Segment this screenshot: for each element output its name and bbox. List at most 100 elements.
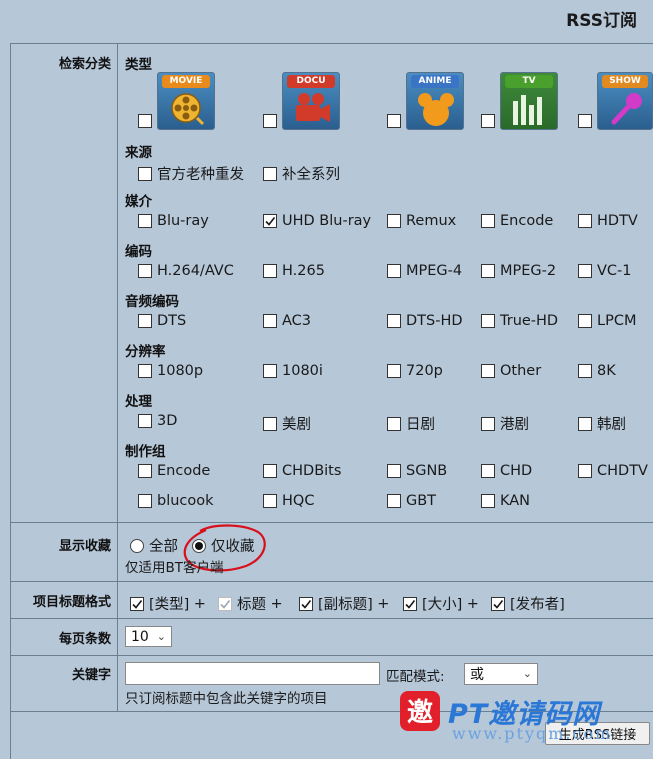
checkbox[interactable] [481, 114, 495, 128]
checkbox[interactable] [138, 166, 152, 181]
resolution-option[interactable]: 1080p [138, 363, 203, 379]
team-option[interactable]: CHDBits [263, 463, 341, 479]
team-option[interactable]: Encode [138, 463, 210, 479]
title-format-option[interactable]: [发布者] [491, 593, 565, 614]
source-option[interactable]: 官方老种重发 [138, 163, 244, 184]
radio[interactable] [130, 538, 144, 553]
checkbox[interactable] [263, 314, 277, 328]
checkbox-checked[interactable] [299, 596, 313, 611]
checkbox[interactable] [263, 416, 277, 431]
checkbox[interactable] [138, 214, 152, 228]
checkbox[interactable] [263, 264, 277, 278]
checkbox[interactable] [263, 114, 277, 128]
checkbox[interactable] [387, 464, 401, 478]
checkbox[interactable] [578, 364, 592, 378]
audio-option[interactable]: AC3 [263, 313, 311, 329]
audio-option[interactable]: DTS [138, 313, 186, 329]
medium-option[interactable]: HDTV [578, 213, 638, 229]
checkbox[interactable] [481, 364, 495, 378]
per-page-select[interactable]: 10 ⌄ [125, 626, 172, 647]
category-option-show[interactable] [578, 114, 597, 128]
checkbox-checked[interactable] [130, 596, 144, 611]
checkbox-checked[interactable] [263, 214, 277, 228]
audio-option[interactable]: True-HD [481, 313, 558, 329]
checkbox[interactable] [138, 464, 152, 478]
checkbox[interactable] [263, 494, 277, 508]
team-option[interactable]: GBT [387, 493, 436, 509]
checkbox[interactable] [263, 166, 277, 181]
checkbox-checked[interactable] [491, 596, 505, 611]
title-format-option[interactable]: [大小] + [403, 593, 479, 614]
resolution-option[interactable]: 1080i [263, 363, 323, 379]
team-option[interactable]: HQC [263, 493, 314, 509]
checkbox[interactable] [481, 314, 495, 328]
processing-option[interactable]: 美剧 [263, 413, 311, 434]
medium-option[interactable]: Remux [387, 213, 456, 229]
category-option-anime[interactable] [387, 114, 406, 128]
checkbox[interactable] [578, 416, 592, 431]
checkbox[interactable] [481, 494, 495, 508]
checkbox[interactable] [138, 494, 152, 508]
checkbox[interactable] [578, 264, 592, 278]
checkbox[interactable] [578, 314, 592, 328]
processing-option[interactable]: 韩剧 [578, 413, 626, 434]
checkbox[interactable] [387, 214, 401, 228]
checkbox[interactable] [263, 464, 277, 478]
title-format-option[interactable]: [类型] + [130, 593, 206, 614]
checkbox[interactable] [138, 314, 152, 328]
codec-option[interactable]: H.264/AVC [138, 263, 234, 279]
codec-option[interactable]: H.265 [263, 263, 325, 279]
processing-option[interactable]: 港剧 [481, 413, 529, 434]
codec-option[interactable]: MPEG-2 [481, 263, 556, 279]
tv-category-icon[interactable]: TV [500, 72, 558, 130]
checkbox[interactable] [138, 114, 152, 128]
team-option[interactable]: KAN [481, 493, 530, 509]
checkbox[interactable] [263, 364, 277, 378]
processing-option[interactable]: 日剧 [387, 413, 435, 434]
checkbox[interactable] [138, 364, 152, 378]
checkbox[interactable] [481, 464, 495, 478]
checkbox[interactable] [481, 214, 495, 228]
checkbox[interactable] [578, 464, 592, 478]
checkbox-checked[interactable] [403, 596, 417, 611]
medium-option[interactable]: Blu-ray [138, 213, 209, 229]
checkbox[interactable] [578, 114, 592, 128]
team-option[interactable]: CHDTV [578, 463, 648, 479]
anime-category-icon[interactable]: ANIME [406, 72, 464, 130]
checkbox[interactable] [387, 114, 401, 128]
codec-option[interactable]: MPEG-4 [387, 263, 462, 279]
category-option-tv[interactable] [481, 114, 500, 128]
team-option[interactable]: SGNB [387, 463, 447, 479]
resolution-option[interactable]: 8K [578, 363, 616, 379]
movie-category-icon[interactable]: MOVIE [157, 72, 215, 130]
checkbox[interactable] [387, 494, 401, 508]
checkbox[interactable] [578, 214, 592, 228]
resolution-option[interactable]: Other [481, 363, 541, 379]
match-mode-select[interactable]: 或 ⌄ [464, 663, 538, 685]
processing-option[interactable]: 3D [138, 413, 177, 429]
medium-option[interactable]: Encode [481, 213, 553, 229]
checkbox[interactable] [481, 416, 495, 431]
checkbox[interactable] [481, 264, 495, 278]
title-format-option[interactable]: [副标题] + [299, 593, 389, 614]
show-category-icon[interactable]: SHOW [597, 72, 653, 130]
checkbox[interactable] [387, 416, 401, 431]
keyword-input[interactable] [125, 662, 380, 685]
checkbox[interactable] [387, 364, 401, 378]
source-option[interactable]: 补全系列 [263, 163, 340, 184]
resolution-option[interactable]: 720p [387, 363, 443, 379]
team-option[interactable]: CHD [481, 463, 532, 479]
docu-category-icon[interactable]: DOCU [282, 72, 340, 130]
checkbox[interactable] [387, 314, 401, 328]
favorites-all-radio[interactable]: 全部 [130, 535, 178, 556]
audio-option[interactable]: LPCM [578, 313, 636, 329]
checkbox[interactable] [138, 414, 152, 428]
checkbox[interactable] [138, 264, 152, 278]
checkbox[interactable] [387, 264, 401, 278]
audio-option[interactable]: DTS-HD [387, 313, 463, 329]
codec-option[interactable]: VC-1 [578, 263, 632, 279]
category-option-docu[interactable] [263, 114, 282, 128]
category-option-movie[interactable] [138, 114, 157, 128]
team-option[interactable]: blucook [138, 493, 214, 509]
medium-option[interactable]: UHD Blu-ray [263, 213, 371, 229]
